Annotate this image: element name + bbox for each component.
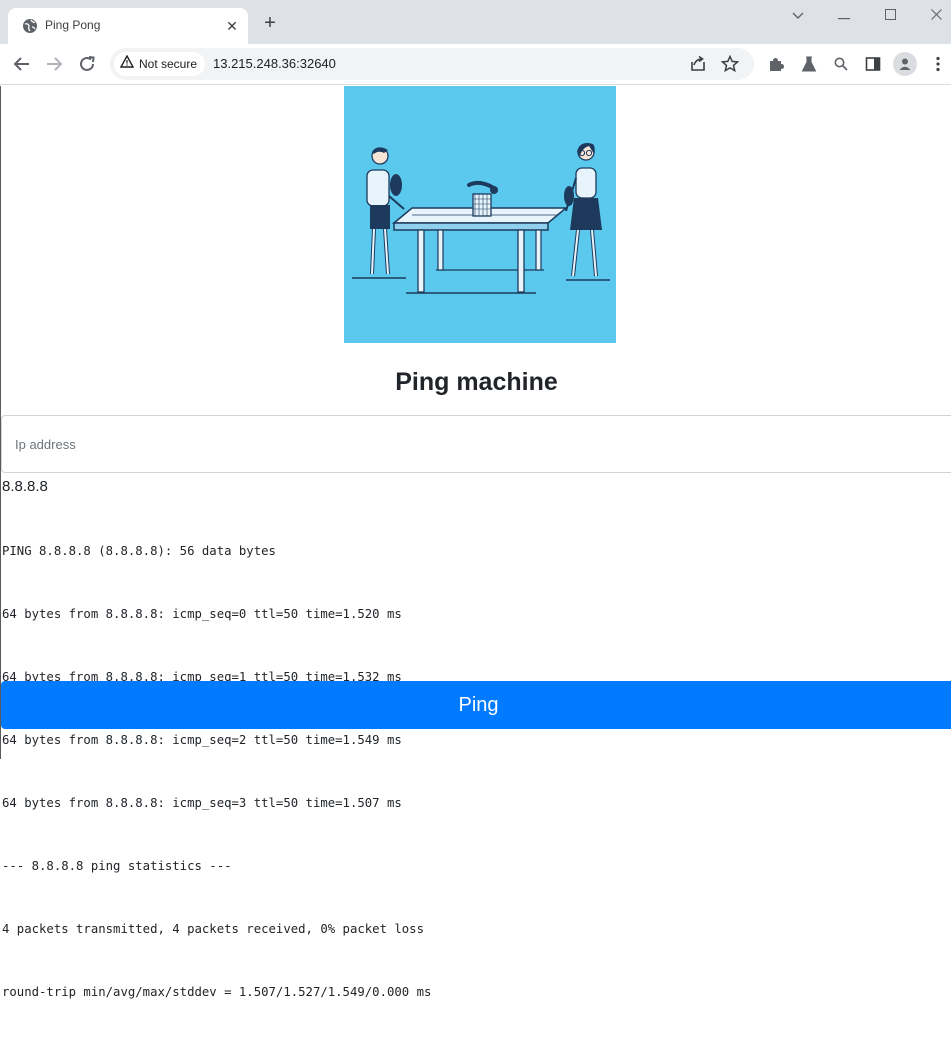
output-line: 64 bytes from 8.8.8.8: icmp_seq=0 ttl=50…: [2, 607, 402, 621]
browser-tab-bar: Ping Pong ✕ +: [0, 0, 951, 44]
back-button[interactable]: [10, 52, 34, 76]
labs-flask-icon[interactable]: [798, 53, 820, 75]
globe-icon: [22, 18, 38, 34]
security-label: Not secure: [139, 57, 198, 71]
tab-search-icon[interactable]: [786, 6, 810, 26]
minimize-button[interactable]: [832, 6, 856, 26]
tab-title: Ping Pong: [45, 18, 101, 32]
output-line: 4 packets transmitted, 4 packets receive…: [2, 922, 424, 936]
output-line: PING 8.8.8.8 (8.8.8.8): 56 data bytes: [2, 544, 276, 558]
bookmark-star-icon[interactable]: [720, 54, 740, 74]
ping-pong-illustration: [344, 86, 616, 343]
page-content: Ping machine 8.8.8.8 PING 8.8.8.8 (8.8.8…: [0, 86, 951, 999]
ip-address-input[interactable]: [1, 415, 951, 473]
output-line: --- 8.8.8.8 ping statistics ---: [2, 859, 232, 873]
browser-tab[interactable]: Ping Pong ✕: [8, 8, 248, 44]
maximize-button[interactable]: [878, 6, 902, 26]
close-window-button[interactable]: [924, 6, 948, 26]
search-icon[interactable]: [830, 53, 852, 75]
forward-button[interactable]: [42, 52, 66, 76]
entered-ip-text: 8.8.8.8: [2, 478, 48, 495]
side-panel-icon[interactable]: [862, 53, 884, 75]
address-bar[interactable]: Not secure 13.215.248.36:32640: [110, 48, 754, 80]
output-line: 64 bytes from 8.8.8.8: icmp_seq=2 ttl=50…: [2, 733, 402, 747]
page-title: Ping machine: [395, 368, 558, 396]
close-tab-icon[interactable]: ✕: [224, 18, 240, 34]
output-line: round-trip min/avg/max/stddev = 1.507/1.…: [2, 985, 432, 999]
new-tab-button[interactable]: +: [260, 13, 280, 34]
output-line: 64 bytes from 8.8.8.8: icmp_seq=3 ttl=50…: [2, 796, 402, 810]
ping-button[interactable]: Ping: [1, 681, 951, 729]
reload-button[interactable]: [75, 52, 99, 76]
ping-output: PING 8.8.8.8 (8.8.8.8): 56 data bytes 64…: [2, 499, 431, 1045]
extensions-puzzle-icon[interactable]: [765, 53, 787, 75]
more-menu-icon[interactable]: [927, 53, 949, 75]
browser-toolbar: Not secure 13.215.248.36:32640: [0, 44, 951, 85]
security-chip[interactable]: Not secure: [114, 52, 206, 76]
share-icon[interactable]: [688, 54, 708, 74]
warning-icon: [119, 54, 135, 73]
profile-avatar-icon[interactable]: [893, 52, 917, 76]
url-text[interactable]: 13.215.248.36:32640: [213, 56, 336, 71]
